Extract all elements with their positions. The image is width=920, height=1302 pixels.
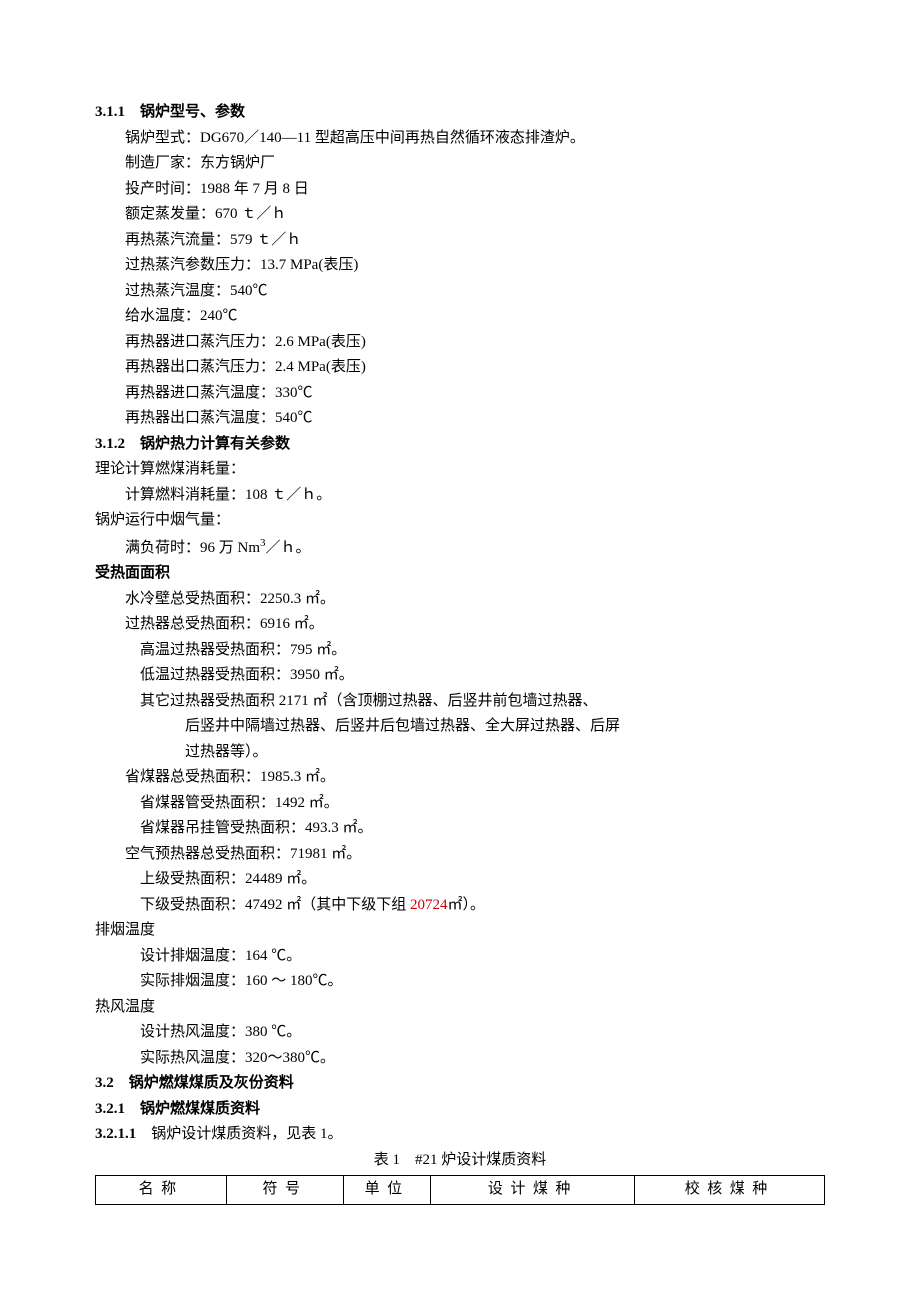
th-name: 名称	[96, 1176, 227, 1205]
heat-area-p2c-2-pre: 下级受热面积：47492 ㎡（其中下级下组	[140, 897, 410, 913]
exhaust-heading: 排烟温度	[95, 918, 825, 944]
heat-area-p1c: 空气预热器总受热面积：71981 ㎡。	[125, 842, 825, 868]
s311-line-8: 再热器进口蒸汽压力：2.6 MPa(表压)	[125, 330, 825, 356]
heat-area-p2a-2: 其它过热器受热面积 2171 ㎡（含顶棚过热器、后竖井前包墙过热器、	[140, 689, 825, 715]
s311-line-4: 再热蒸汽流量：579 ｔ／ｈ	[125, 228, 825, 254]
th-design: 设计煤种	[431, 1176, 635, 1205]
exhaust-line-0: 设计排烟温度：164 ℃。	[140, 944, 825, 970]
s311-line-3: 额定蒸发量：670 ｔ／ｈ	[125, 202, 825, 228]
heat-area-heading: 受热面面积	[95, 561, 825, 587]
s311-line-6: 过热蒸汽温度：540℃	[125, 279, 825, 305]
heat-area-p2a-1: 低温过热器受热面积：3950 ㎡。	[140, 663, 825, 689]
heading-3-2-1: 3.2.1 锅炉燃煤煤质资料	[95, 1097, 825, 1123]
s311-line-10: 再热器进口蒸汽温度：330℃	[125, 381, 825, 407]
s3211-txt: 锅炉设计煤质资料，见表 1。	[136, 1126, 342, 1142]
heat-area-p2c-2-post: ㎡）。	[448, 897, 486, 913]
heat-area-p4-0: 后竖井中隔墙过热器、后竖井后包墙过热器、全大屏过热器、后屏	[185, 714, 825, 740]
hotair-line-1: 实际热风温度：320～380℃。	[140, 1046, 825, 1072]
s3211-num: 3.2.1.1	[95, 1126, 136, 1142]
hotair-heading: 热风温度	[95, 995, 825, 1021]
s311-line-2: 投产时间：1988 年 7 月 8 日	[125, 177, 825, 203]
heat-area-p1-0: 水冷壁总受热面积：2250.3 ㎡。	[125, 587, 825, 613]
s312-line2-pre: 满负荷时：96 万 Nm	[125, 540, 260, 556]
heat-area-p4-1: 过热器等）。	[185, 740, 825, 766]
s311-line-7: 给水温度：240℃	[125, 304, 825, 330]
s311-line-0: 锅炉型式：DG670／140—11 型超高压中间再热自然循环液态排渣炉。	[125, 126, 825, 152]
s311-line-5: 过热蒸汽参数压力：13.7 MPa(表压)	[125, 253, 825, 279]
s312-lead2: 锅炉运行中烟气量：	[95, 508, 825, 534]
heat-area-p2c-2: 下级受热面积：47492 ㎡（其中下级下组 20724㎡）。	[140, 893, 825, 919]
th-symbol: 符号	[227, 1176, 344, 1205]
exhaust-line-1: 实际排烟温度：160 ～ 180℃。	[140, 969, 825, 995]
s312-line2-post: ／ｈ。	[266, 540, 311, 556]
heat-area-p1-1: 过热器总受热面积：6916 ㎡。	[125, 612, 825, 638]
table-title: 表 1 #21 炉设计煤质资料	[95, 1148, 825, 1174]
heat-area-p2c-2-red: 20724	[410, 897, 448, 913]
heat-area-p2b-0: 省煤器管受热面积：1492 ㎡。	[140, 791, 825, 817]
heading-3-1-2: 3.1.2 锅炉热力计算有关参数	[95, 432, 825, 458]
coal-spec-table: 名称 符号 单位 设计煤种 校核煤种	[95, 1175, 825, 1205]
s312-line1: 计算燃料消耗量：108 ｔ／ｈ。	[125, 483, 825, 509]
heat-area-p2b-1: 省煤器吊挂管受热面积：493.3 ㎡。	[140, 816, 825, 842]
heading-3-2-1-1: 3.2.1.1 锅炉设计煤质资料，见表 1。	[95, 1122, 825, 1148]
heading-3-2: 3.2 锅炉燃煤煤质及灰份资料	[95, 1071, 825, 1097]
th-unit: 单位	[343, 1176, 430, 1205]
th-check: 校核煤种	[635, 1176, 825, 1205]
heat-area-p2a-0: 高温过热器受热面积：795 ㎡。	[140, 638, 825, 664]
s311-line-11: 再热器出口蒸汽温度：540℃	[125, 406, 825, 432]
heat-area-p2c-1: 上级受热面积：24489 ㎡。	[140, 867, 825, 893]
s312-lead1: 理论计算燃煤消耗量：	[95, 457, 825, 483]
s311-line-9: 再热器出口蒸汽压力：2.4 MPa(表压)	[125, 355, 825, 381]
heading-3-1-1: 3.1.1 锅炉型号、参数	[95, 100, 825, 126]
heat-area-p1b: 省煤器总受热面积：1985.3 ㎡。	[125, 765, 825, 791]
s311-line-1: 制造厂家：东方锅炉厂	[125, 151, 825, 177]
s312-line2: 满负荷时：96 万 Nm3／ｈ。	[125, 534, 825, 562]
table-header-row: 名称 符号 单位 设计煤种 校核煤种	[96, 1176, 825, 1205]
hotair-line-0: 设计热风温度：380 ℃。	[140, 1020, 825, 1046]
